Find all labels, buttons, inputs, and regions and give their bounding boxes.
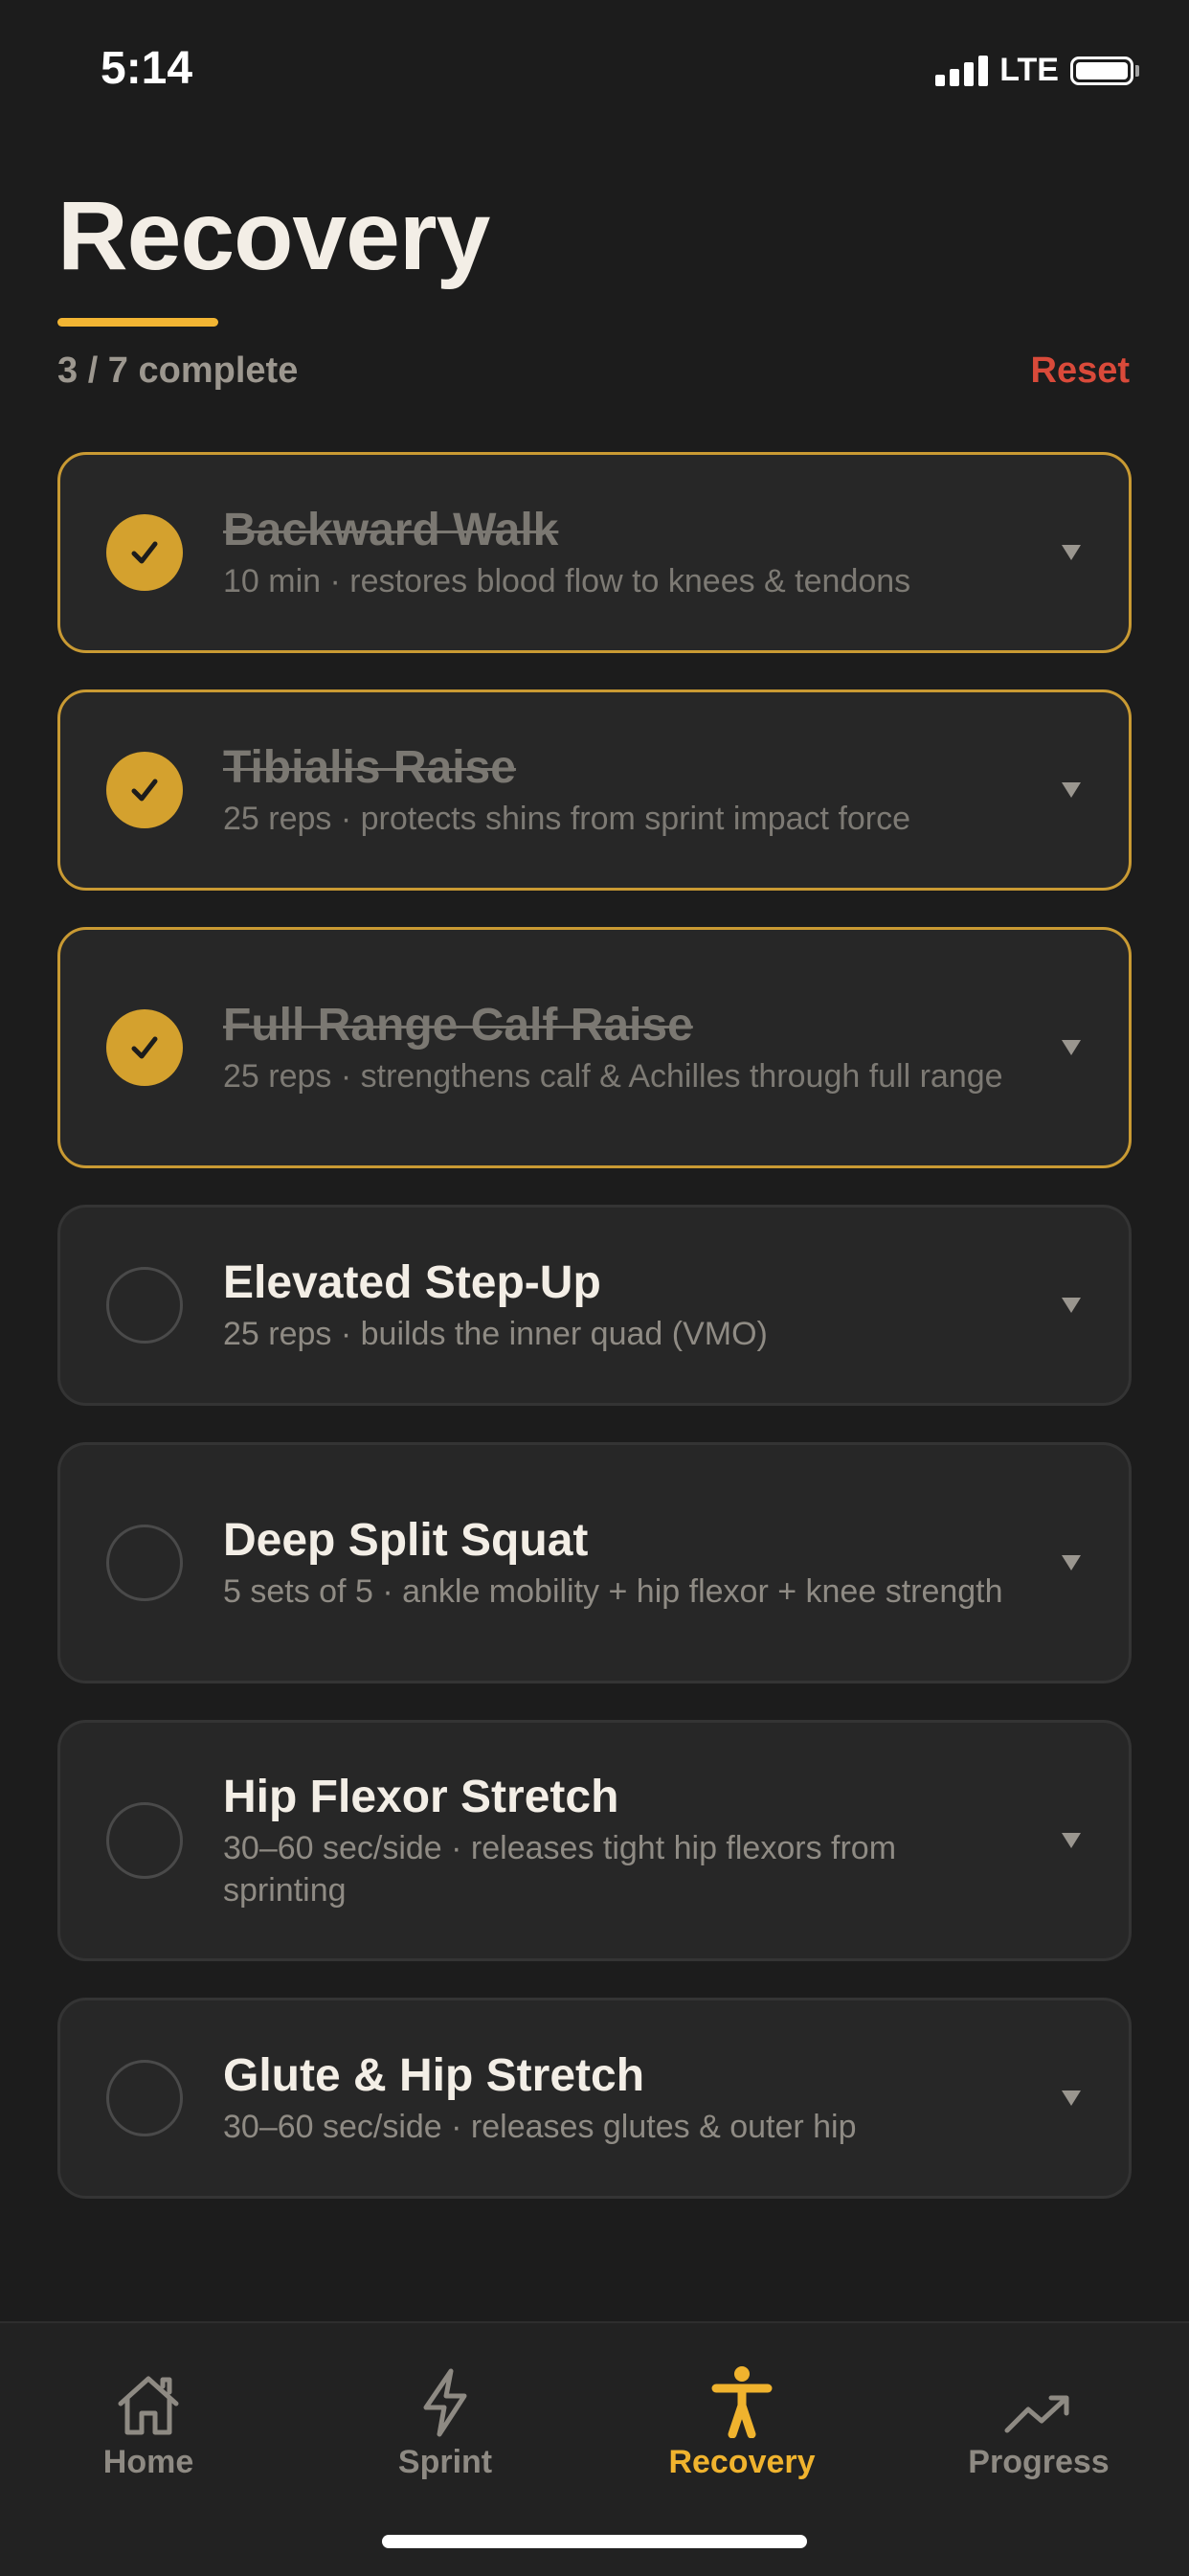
status-bar: 5:14 LTE [0, 0, 1189, 134]
checkmark-icon [131, 541, 158, 564]
checkbox-unchecked[interactable] [106, 1267, 183, 1344]
reset-button[interactable]: Reset [1031, 350, 1131, 392]
home-icon [118, 2376, 179, 2435]
chevron-down-icon[interactable] [1062, 1555, 1081, 1570]
chevron-down-icon[interactable] [1062, 782, 1081, 798]
tab-label: Recovery [668, 2444, 816, 2480]
exercise-card[interactable]: Full Range Calf Raise 25 reps · strength… [57, 927, 1132, 1168]
tab-home[interactable]: Home [0, 2361, 297, 2481]
exercise-title: Full Range Calf Raise [223, 1000, 693, 1051]
exercise-card[interactable]: Glute & Hip Stretch 30–60 sec/side · rel… [57, 1998, 1132, 2199]
tab-label: Home [102, 2444, 194, 2480]
exercise-title: Backward Walk [223, 505, 559, 555]
exercise-list: Backward Walk 10 min · restores blood fl… [57, 452, 1132, 2235]
exercise-card[interactable]: Elevated Step-Up 25 reps · builds the in… [57, 1205, 1132, 1406]
tab-label: Sprint [397, 2444, 493, 2480]
checkbox-unchecked[interactable] [106, 2060, 183, 2136]
checkbox-checked[interactable] [106, 1009, 183, 1086]
exercise-description: 25 reps · strengthens calf & Achilles th… [223, 1058, 1003, 1095]
checkmark-icon [131, 779, 158, 802]
exercise-description: 25 reps · builds the inner quad (VMO) [223, 1316, 768, 1352]
battery-icon [1070, 56, 1139, 85]
exercise-title: Hip Flexor Stretch [223, 1772, 619, 1822]
checkbox-unchecked[interactable] [106, 1802, 183, 1879]
checkbox-checked[interactable] [106, 752, 183, 828]
exercise-description: 25 reps · protects shins from sprint imp… [223, 801, 911, 837]
status-indicators: LTE [935, 52, 1139, 89]
tab-progress[interactable]: Progress [890, 2361, 1187, 2481]
status-time: 5:14 [101, 43, 193, 94]
network-type: LTE [999, 52, 1059, 88]
cellular-signal-icon [935, 55, 989, 86]
exercise-card[interactable]: Deep Split Squat 5 sets of 5 · ankle mob… [57, 1442, 1132, 1683]
tab-recovery[interactable]: Recovery [594, 2361, 890, 2481]
exercise-card[interactable]: Hip Flexor Stretch 30–60 sec/side · rele… [57, 1720, 1132, 1961]
completion-progress: 3 / 7 complete [57, 350, 299, 391]
lightning-icon [423, 2368, 467, 2437]
checkbox-checked[interactable] [106, 514, 183, 591]
tab-label: Progress [968, 2444, 1110, 2480]
exercise-description: 30–60 sec/side · releases glutes & outer… [223, 2109, 857, 2145]
person-icon [711, 2366, 773, 2438]
home-indicator[interactable] [382, 2535, 807, 2548]
chevron-down-icon[interactable] [1062, 1833, 1081, 1848]
exercise-description: 5 sets of 5 · ankle mobility + hip flexo… [223, 1573, 1003, 1610]
checkmark-icon [131, 1036, 158, 1059]
exercise-card[interactable]: Tibialis Raise 25 reps · protects shins … [57, 689, 1132, 891]
checkbox-unchecked[interactable] [106, 1525, 183, 1601]
exercise-title: Elevated Step-Up [223, 1257, 601, 1308]
tab-sprint[interactable]: Sprint [297, 2361, 594, 2481]
chevron-down-icon[interactable] [1062, 1040, 1081, 1055]
trend-up-icon [1004, 2395, 1069, 2433]
exercise-title: Deep Split Squat [223, 1515, 589, 1566]
exercise-description: 10 min · restores blood flow to knees & … [223, 563, 911, 599]
page-title: Recovery [57, 181, 490, 290]
exercise-description: 30–60 sec/side · releases tight hip flex… [223, 1830, 897, 1909]
chevron-down-icon[interactable] [1062, 545, 1081, 560]
title-underline [57, 318, 218, 327]
chevron-down-icon[interactable] [1062, 1298, 1081, 1313]
exercise-title: Glute & Hip Stretch [223, 2050, 645, 2101]
exercise-card[interactable]: Backward Walk 10 min · restores blood fl… [57, 452, 1132, 653]
chevron-down-icon[interactable] [1062, 2090, 1081, 2106]
exercise-title: Tibialis Raise [223, 742, 516, 793]
